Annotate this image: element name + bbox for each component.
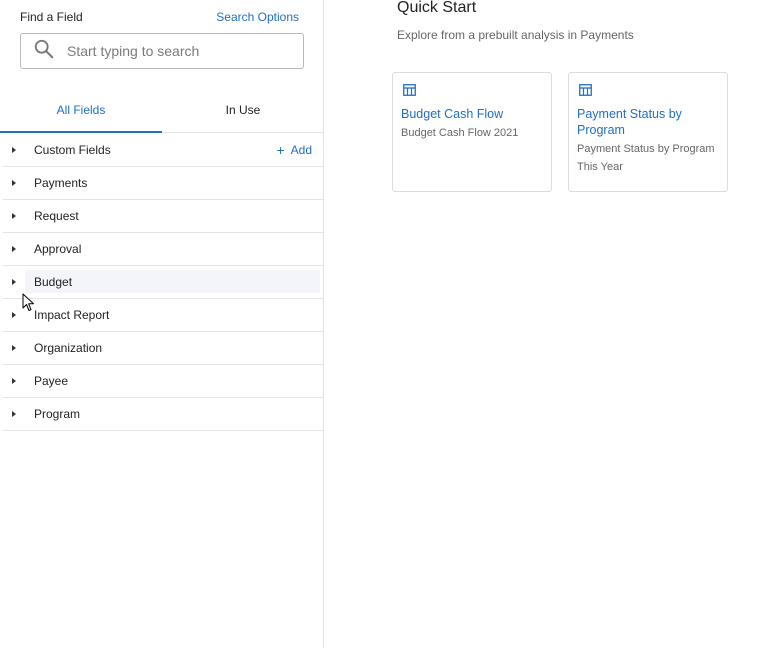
find-title: Find a Field	[20, 10, 83, 24]
caret-right-icon[interactable]	[12, 279, 16, 285]
caret-right-icon[interactable]	[12, 378, 16, 384]
field-group-approval[interactable]: Approval	[3, 233, 324, 266]
search-input[interactable]	[65, 42, 289, 60]
field-group-request[interactable]: Request	[3, 200, 324, 233]
card-description: Payment Status by Program This Year	[577, 143, 715, 173]
tab-all-fields[interactable]: All Fields	[0, 88, 162, 133]
field-list: Custom Fields + Add Payments Request App…	[3, 134, 324, 431]
caret-right-icon[interactable]	[12, 246, 16, 252]
find-header: Find a Field Search Options	[20, 9, 299, 25]
quick-start-title: Quick Start	[397, 0, 477, 16]
search-box[interactable]	[20, 33, 304, 69]
field-group-label: Request	[34, 208, 79, 223]
caret-right-icon[interactable]	[12, 312, 16, 318]
field-group-program[interactable]: Program	[3, 398, 324, 431]
caret-right-icon[interactable]	[12, 345, 16, 351]
search-options-link[interactable]: Search Options	[216, 10, 299, 24]
card-description: Budget Cash Flow 2021	[401, 127, 519, 139]
field-group-custom-fields[interactable]: Custom Fields + Add	[3, 134, 324, 167]
quick-start-subtitle: Explore from a prebuilt analysis in Paym…	[397, 28, 634, 42]
field-tabs: All Fields In Use	[0, 88, 324, 133]
table-icon	[403, 83, 416, 96]
caret-right-icon[interactable]	[12, 411, 16, 417]
caret-right-icon[interactable]	[12, 213, 16, 219]
field-group-impact-report[interactable]: Impact Report	[3, 299, 324, 332]
caret-right-icon[interactable]	[12, 180, 16, 186]
field-group-organization[interactable]: Organization	[3, 332, 324, 365]
search-icon	[33, 38, 55, 65]
field-group-label: Payments	[34, 175, 88, 190]
plus-icon: +	[276, 142, 285, 158]
field-group-payments[interactable]: Payments	[3, 167, 324, 200]
caret-right-icon[interactable]	[12, 147, 16, 153]
field-group-label: Approval	[34, 241, 82, 256]
add-label: Add	[290, 143, 312, 157]
field-group-label: Payee	[34, 373, 69, 388]
card-title: Payment Status by Program	[577, 107, 682, 137]
quick-start-card-payment-status-by-program[interactable]: Payment Status by Program Payment Status…	[568, 72, 728, 192]
field-group-label: Organization	[34, 340, 103, 355]
field-group-label: Impact Report	[34, 307, 110, 322]
field-group-budget[interactable]: Budget	[3, 266, 324, 299]
mouse-pointer-icon	[22, 293, 36, 313]
table-icon	[579, 83, 592, 96]
field-panel: Find a Field Search Options All Fields I…	[0, 0, 324, 648]
card-title: Budget Cash Flow	[401, 107, 504, 121]
quick-start-panel: Quick Start Explore from a prebuilt anal…	[324, 0, 770, 648]
app-window: Find a Field Search Options All Fields I…	[0, 0, 770, 648]
field-group-label: Budget	[25, 270, 320, 293]
quick-start-card-budget-cash-flow[interactable]: Budget Cash Flow Budget Cash Flow 2021	[392, 72, 552, 192]
add-custom-field-button[interactable]: + Add	[276, 143, 312, 157]
field-group-label: Program	[34, 406, 81, 421]
field-group-payee[interactable]: Payee	[3, 365, 324, 398]
tab-in-use[interactable]: In Use	[162, 88, 324, 132]
